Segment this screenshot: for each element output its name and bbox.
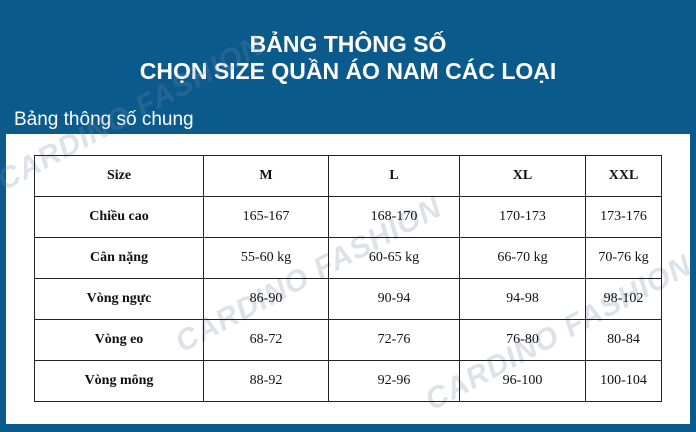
table-cell: 170-173 <box>459 196 586 238</box>
table-cell: 92-96 <box>328 360 460 402</box>
table-cell: 55-60 kg <box>203 237 329 279</box>
table-cell: 88-92 <box>203 360 329 402</box>
column-header: XL <box>459 155 586 197</box>
table-cell: 90-94 <box>328 278 460 320</box>
column-header: L <box>328 155 460 197</box>
table-cell: 96-100 <box>459 360 586 402</box>
row-label: Vòng ngực <box>34 278 204 320</box>
column-header: M <box>203 155 329 197</box>
page-title: BẢNG THÔNG SỐ <box>249 31 447 57</box>
row-label: Cân nặng <box>34 237 204 279</box>
page-subtitle: CHỌN SIZE QUẦN ÁO NAM CÁC LOẠI <box>139 58 557 84</box>
size-table: Size M L XL XXL Chiều cao 165-167 168-17… <box>34 155 662 402</box>
table-cell: 66-70 kg <box>459 237 586 279</box>
table-row: Cân nặng 55-60 kg 60-65 kg 66-70 kg 70-7… <box>34 237 662 279</box>
table-cell: 165-167 <box>203 196 329 238</box>
table-cell: 86-90 <box>203 278 329 320</box>
table-cell: 70-76 kg <box>585 237 662 279</box>
section-label: Bảng thông số chung <box>14 109 194 130</box>
table-cell: 100-104 <box>585 360 662 402</box>
row-label: Vòng eo <box>34 319 204 361</box>
table-cell: 72-76 <box>328 319 460 361</box>
table-cell: 168-170 <box>328 196 460 238</box>
table-cell: 98-102 <box>585 278 662 320</box>
table-cell: 60-65 kg <box>328 237 460 279</box>
table-row: Vòng mông 88-92 92-96 96-100 100-104 <box>34 360 662 402</box>
table-cell: 80-84 <box>585 319 662 361</box>
table-row: Vòng ngực 86-90 90-94 94-98 98-102 <box>34 278 662 320</box>
table-cell: 173-176 <box>585 196 662 238</box>
row-label: Chiều cao <box>34 196 204 238</box>
column-header: XXL <box>585 155 662 197</box>
row-label: Vòng mông <box>34 360 204 402</box>
table-cell: 68-72 <box>203 319 329 361</box>
table-header-row: Size M L XL XXL <box>34 155 662 197</box>
table-cell: 94-98 <box>459 278 586 320</box>
table-row: Chiều cao 165-167 168-170 170-173 173-17… <box>34 196 662 238</box>
table-row: Vòng eo 68-72 72-76 76-80 80-84 <box>34 319 662 361</box>
table-cell: 76-80 <box>459 319 586 361</box>
column-header: Size <box>34 155 204 197</box>
